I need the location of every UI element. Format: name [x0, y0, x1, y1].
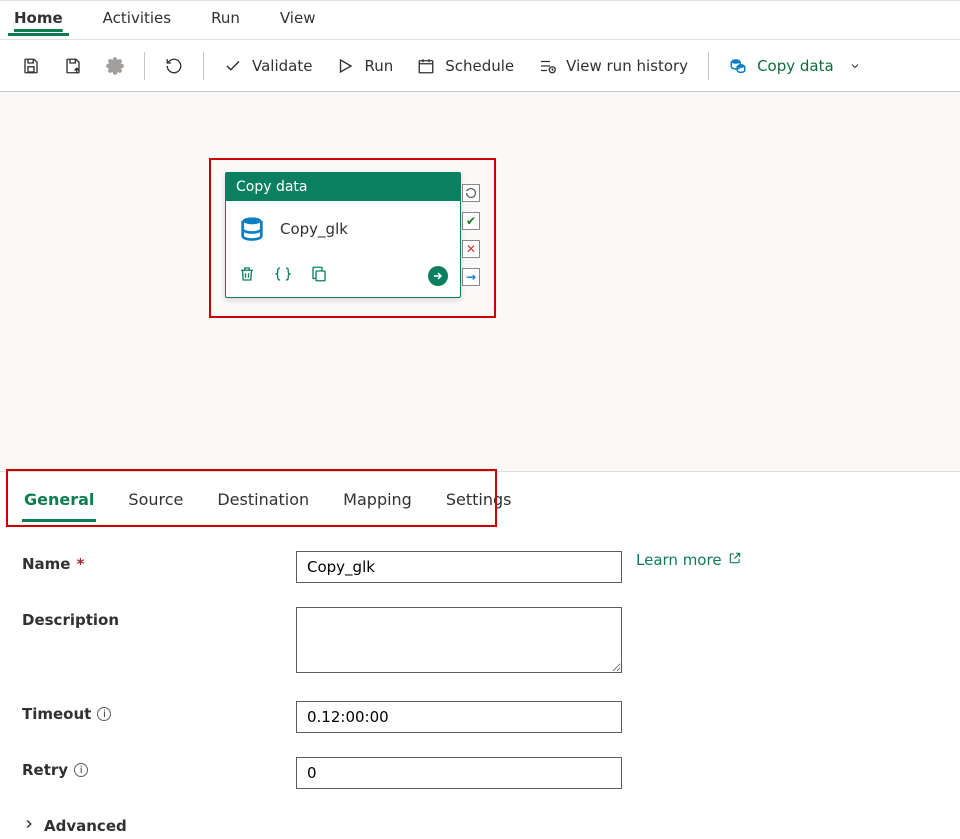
activity-status-column: ✔ ✕ → [462, 184, 482, 286]
activity-header[interactable]: Copy data [226, 173, 460, 201]
description-label: Description [22, 607, 296, 629]
advanced-label: Advanced [44, 817, 127, 835]
save-as-button[interactable] [54, 51, 92, 81]
run-activity-button[interactable] [428, 266, 448, 286]
run-label: Run [364, 57, 393, 75]
schedule-label: Schedule [445, 57, 514, 75]
calendar-icon [417, 57, 435, 75]
timeout-label-text: Timeout [22, 705, 91, 723]
tab-home[interactable]: Home [8, 1, 69, 36]
play-icon [336, 57, 354, 75]
activity-toolbar [226, 257, 460, 297]
toolbar-separator [144, 52, 145, 80]
name-label-text: Name [22, 555, 70, 573]
retry-label: Retry i [22, 757, 296, 779]
general-form: Name * Learn more Description Timeout i … [0, 523, 960, 789]
required-asterisk: * [76, 555, 84, 573]
retry-input[interactable] [296, 757, 622, 789]
undo-icon [165, 57, 183, 75]
timeout-label: Timeout i [22, 701, 296, 723]
delete-activity-button[interactable] [238, 265, 256, 287]
view-run-history-button[interactable]: View run history [528, 51, 698, 81]
info-icon[interactable]: i [74, 763, 88, 777]
schedule-button[interactable]: Schedule [407, 51, 524, 81]
status-fail-icon[interactable]: ✕ [462, 240, 480, 258]
status-success-icon[interactable]: ✔ [462, 212, 480, 230]
timeout-input[interactable] [296, 701, 622, 733]
advanced-toggle[interactable]: Advanced [0, 813, 960, 839]
undo-button[interactable] [155, 51, 193, 81]
info-icon[interactable]: i [97, 707, 111, 721]
validate-label: Validate [252, 57, 312, 75]
tab-activities[interactable]: Activities [97, 1, 177, 36]
save-as-icon [64, 57, 82, 75]
save-icon [22, 57, 40, 75]
history-icon [538, 57, 556, 75]
chevron-right-icon [22, 817, 36, 835]
tab-general[interactable]: General [22, 484, 96, 522]
toolbar-separator [708, 52, 709, 80]
retry-label-text: Retry [22, 761, 68, 779]
database-icon [729, 57, 747, 75]
activity-name: Copy_glk [280, 220, 348, 238]
learn-more-link[interactable]: Learn more [636, 551, 742, 569]
copy-data-label: Copy data [757, 57, 834, 75]
name-label: Name * [22, 551, 296, 573]
top-tabs: Home Activities Run View [0, 0, 960, 40]
external-link-icon [728, 551, 742, 569]
status-refresh-icon[interactable] [462, 184, 480, 202]
copy-data-activity[interactable]: Copy data Copy_glk [225, 172, 461, 298]
status-skip-icon[interactable]: → [462, 268, 480, 286]
view-run-history-label: View run history [566, 57, 688, 75]
tab-run[interactable]: Run [205, 1, 246, 36]
database-icon [238, 215, 266, 243]
activity-body: Copy_glk [226, 201, 460, 257]
save-button[interactable] [12, 51, 50, 81]
tab-destination[interactable]: Destination [215, 484, 311, 522]
description-label-text: Description [22, 611, 119, 629]
activity-type-label: Copy data [236, 179, 308, 195]
toolbar: Validate Run Schedule View run history C… [0, 40, 960, 92]
toolbar-separator [203, 52, 204, 80]
tab-view[interactable]: View [274, 1, 322, 36]
tab-mapping[interactable]: Mapping [341, 484, 414, 522]
description-input[interactable] [296, 607, 622, 673]
pipeline-canvas[interactable]: Copy data Copy_glk ✔ [0, 92, 960, 472]
learn-more-text: Learn more [636, 551, 722, 569]
clone-activity-button[interactable] [310, 265, 328, 287]
chevron-down-icon [846, 57, 864, 75]
tab-source[interactable]: Source [126, 484, 185, 522]
run-button[interactable]: Run [326, 51, 403, 81]
code-activity-button[interactable] [274, 265, 292, 287]
copy-data-button[interactable]: Copy data [719, 51, 874, 81]
property-tabs: General Source Destination Mapping Setti… [0, 472, 960, 523]
gear-icon [106, 57, 124, 75]
check-icon [224, 57, 242, 75]
validate-button[interactable]: Validate [214, 51, 322, 81]
name-input[interactable] [296, 551, 622, 583]
settings-button[interactable] [96, 51, 134, 81]
property-tabs-container: General Source Destination Mapping Setti… [0, 472, 960, 523]
tab-settings[interactable]: Settings [444, 484, 514, 522]
